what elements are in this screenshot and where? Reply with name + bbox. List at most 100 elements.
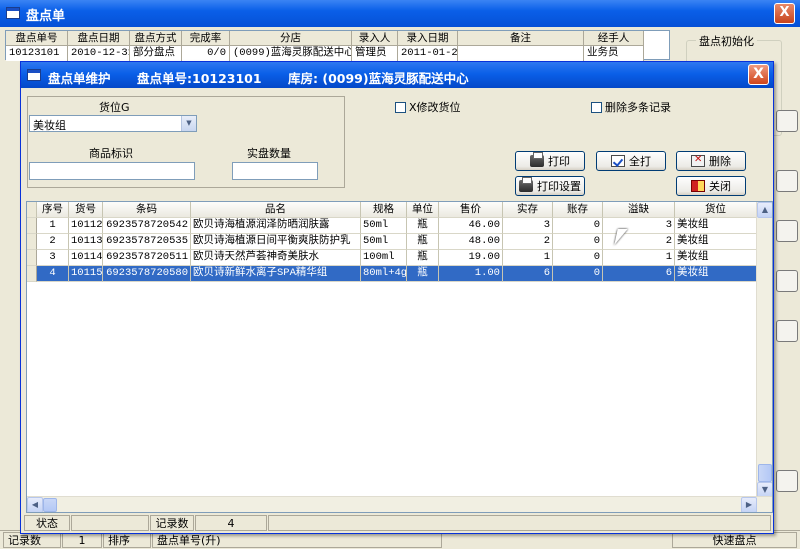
cell: 2 [503,234,553,250]
cell: 瓶 [407,218,439,234]
order-number-label: 盘点单号:10123101 [137,71,262,86]
checkbox-box[interactable] [591,101,602,113]
table-row-selected[interactable]: 4 10115 6923578720580 欧贝诗新鲜水离子SPA精华组 80m… [27,266,757,282]
product-id-input[interactable] [29,162,195,180]
record-count-label: 记录数 [150,515,194,531]
background-side-button[interactable] [776,320,798,342]
location-dropdown[interactable]: 美妆组 ▼ [29,115,197,132]
actual-qty-input[interactable] [232,162,318,180]
cell: 0/0 [182,46,230,61]
background-side-button[interactable] [776,270,798,292]
column-header[interactable]: 完成率 [182,31,230,45]
close-button[interactable]: 关闭 [676,176,746,196]
row-indicator [27,234,37,250]
table-row[interactable]: 10123101 2010-12-31 部分盘点 0/0 (0099)蓝海灵豚配… [6,46,644,61]
cell: 美妆组 [675,234,757,250]
delete-button-label: 删除 [709,155,731,168]
record-count-value: 4 [195,515,267,531]
column-header[interactable]: 实存 [503,202,553,218]
column-header[interactable]: 规格 [361,202,407,218]
cell: 欧贝诗海植源日间平衡爽肤防护乳 [191,234,361,250]
modify-location-checkbox[interactable]: X修改货位 [395,99,461,115]
column-header[interactable]: 录入人 [352,31,398,45]
print-button[interactable]: 打印 [515,151,585,171]
background-side-button[interactable] [776,110,798,132]
cell: 1 [37,218,69,234]
column-header[interactable]: 溢缺 [603,202,675,218]
table-row[interactable]: 2 10113 6923578720535 欧贝诗海植源日间平衡爽肤防护乳 50… [27,234,757,250]
column-header[interactable]: 货位 [675,202,757,218]
column-header[interactable]: 录入日期 [398,31,458,45]
cell: 6923578720580 [103,266,191,282]
table-row[interactable]: 1 10112 6923578720542 欧贝诗海植源润泽防晒润肤露 50ml… [27,218,757,234]
scroll-left-icon[interactable]: ◀ [27,497,43,512]
table-row[interactable]: 3 10114 6923578720511 欧贝诗天然芦荟神奇美肤水 100ml… [27,250,757,266]
cell: 1 [603,250,675,266]
column-header[interactable]: 序号 [37,202,69,218]
column-header[interactable]: 账存 [553,202,603,218]
scroll-thumb[interactable] [43,498,57,512]
status-value: 1 [62,532,102,548]
column-header[interactable]: 品名 [191,202,361,218]
background-titlebar[interactable]: 盘点单 [0,0,800,27]
column-header[interactable]: 条码 [103,202,191,218]
row-indicator [27,250,37,266]
background-close-button[interactable]: X [774,3,795,24]
cell: 管理员 [352,46,398,61]
dialog-titlebar[interactable]: 盘点单维护 盘点单号:10123101 库房: (0099)蓝海灵豚配送中心 [21,62,773,88]
horizontal-scrollbar[interactable]: ◀ ▶ [27,496,772,512]
background-side-button[interactable] [776,170,798,192]
delete-multiple-checkbox[interactable]: 删除多条记录 [591,99,671,115]
column-header[interactable]: 盘点单号 [6,31,68,45]
count-maintenance-dialog: 盘点单维护 盘点单号:10123101 库房: (0099)蓝海灵豚配送中心 X… [20,61,774,534]
cell: 6923578720535 [103,234,191,250]
delete-icon [691,154,705,167]
chevron-down-icon[interactable]: ▼ [181,116,196,131]
cell: 48.00 [439,234,503,250]
cell: 10115 [69,266,103,282]
dialog-close-button[interactable]: X [748,64,769,85]
row-indicator [27,266,37,282]
background-side-button[interactable] [776,470,798,492]
cell: 4 [37,266,69,282]
check-icon [611,155,625,167]
delete-button[interactable]: 删除 [676,151,746,171]
location-label: 货位G [99,101,130,114]
checkbox-box[interactable] [395,101,406,113]
print-settings-button[interactable]: 打印设置 [515,176,585,196]
quick-count-button[interactable]: 快速盘点 [672,532,797,548]
background-side-button[interactable] [776,220,798,242]
scroll-up-icon[interactable]: ▲ [757,202,772,218]
background-table-header: 盘点单号 盘点日期 盘点方式 完成率 分店 录入人 录入日期 备注 经手人 [6,31,644,46]
cell: 10123101 [6,46,68,61]
cell: 美妆组 [675,218,757,234]
scroll-thumb[interactable] [758,464,772,482]
exit-icon [691,180,705,192]
background-window-title: 盘点单 [26,9,66,24]
column-header[interactable]: 盘点方式 [130,31,182,45]
close-button-label: 关闭 [709,180,731,193]
cell: 2011-01-27 [398,46,458,61]
column-header[interactable]: 经手人 [584,31,644,45]
cell: 2010-12-31 [68,46,130,61]
status-label: 排序 [103,532,151,548]
column-header[interactable]: 分店 [230,31,352,45]
vertical-scrollbar[interactable]: ▲ ▼ [756,202,772,498]
column-header[interactable]: 盘点日期 [68,31,130,45]
row-indicator-header [27,202,37,218]
row-indicator [27,218,37,234]
cell: 瓶 [407,234,439,250]
cell: 6923578720511 [103,250,191,266]
printer-settings-icon [519,177,533,192]
cell: 欧贝诗海植源润泽防晒润肤露 [191,218,361,234]
print-all-button[interactable]: 全打 [596,151,666,171]
window-icon [6,7,20,19]
scroll-right-icon[interactable]: ▶ [741,497,757,512]
column-header[interactable]: 备注 [458,31,584,45]
cell: 1.00 [439,266,503,282]
column-header[interactable]: 售价 [439,202,503,218]
print-button-label: 打印 [548,155,570,168]
cell: 欧贝诗新鲜水离子SPA精华组 [191,266,361,282]
column-header[interactable]: 单位 [407,202,439,218]
column-header[interactable]: 货号 [69,202,103,218]
